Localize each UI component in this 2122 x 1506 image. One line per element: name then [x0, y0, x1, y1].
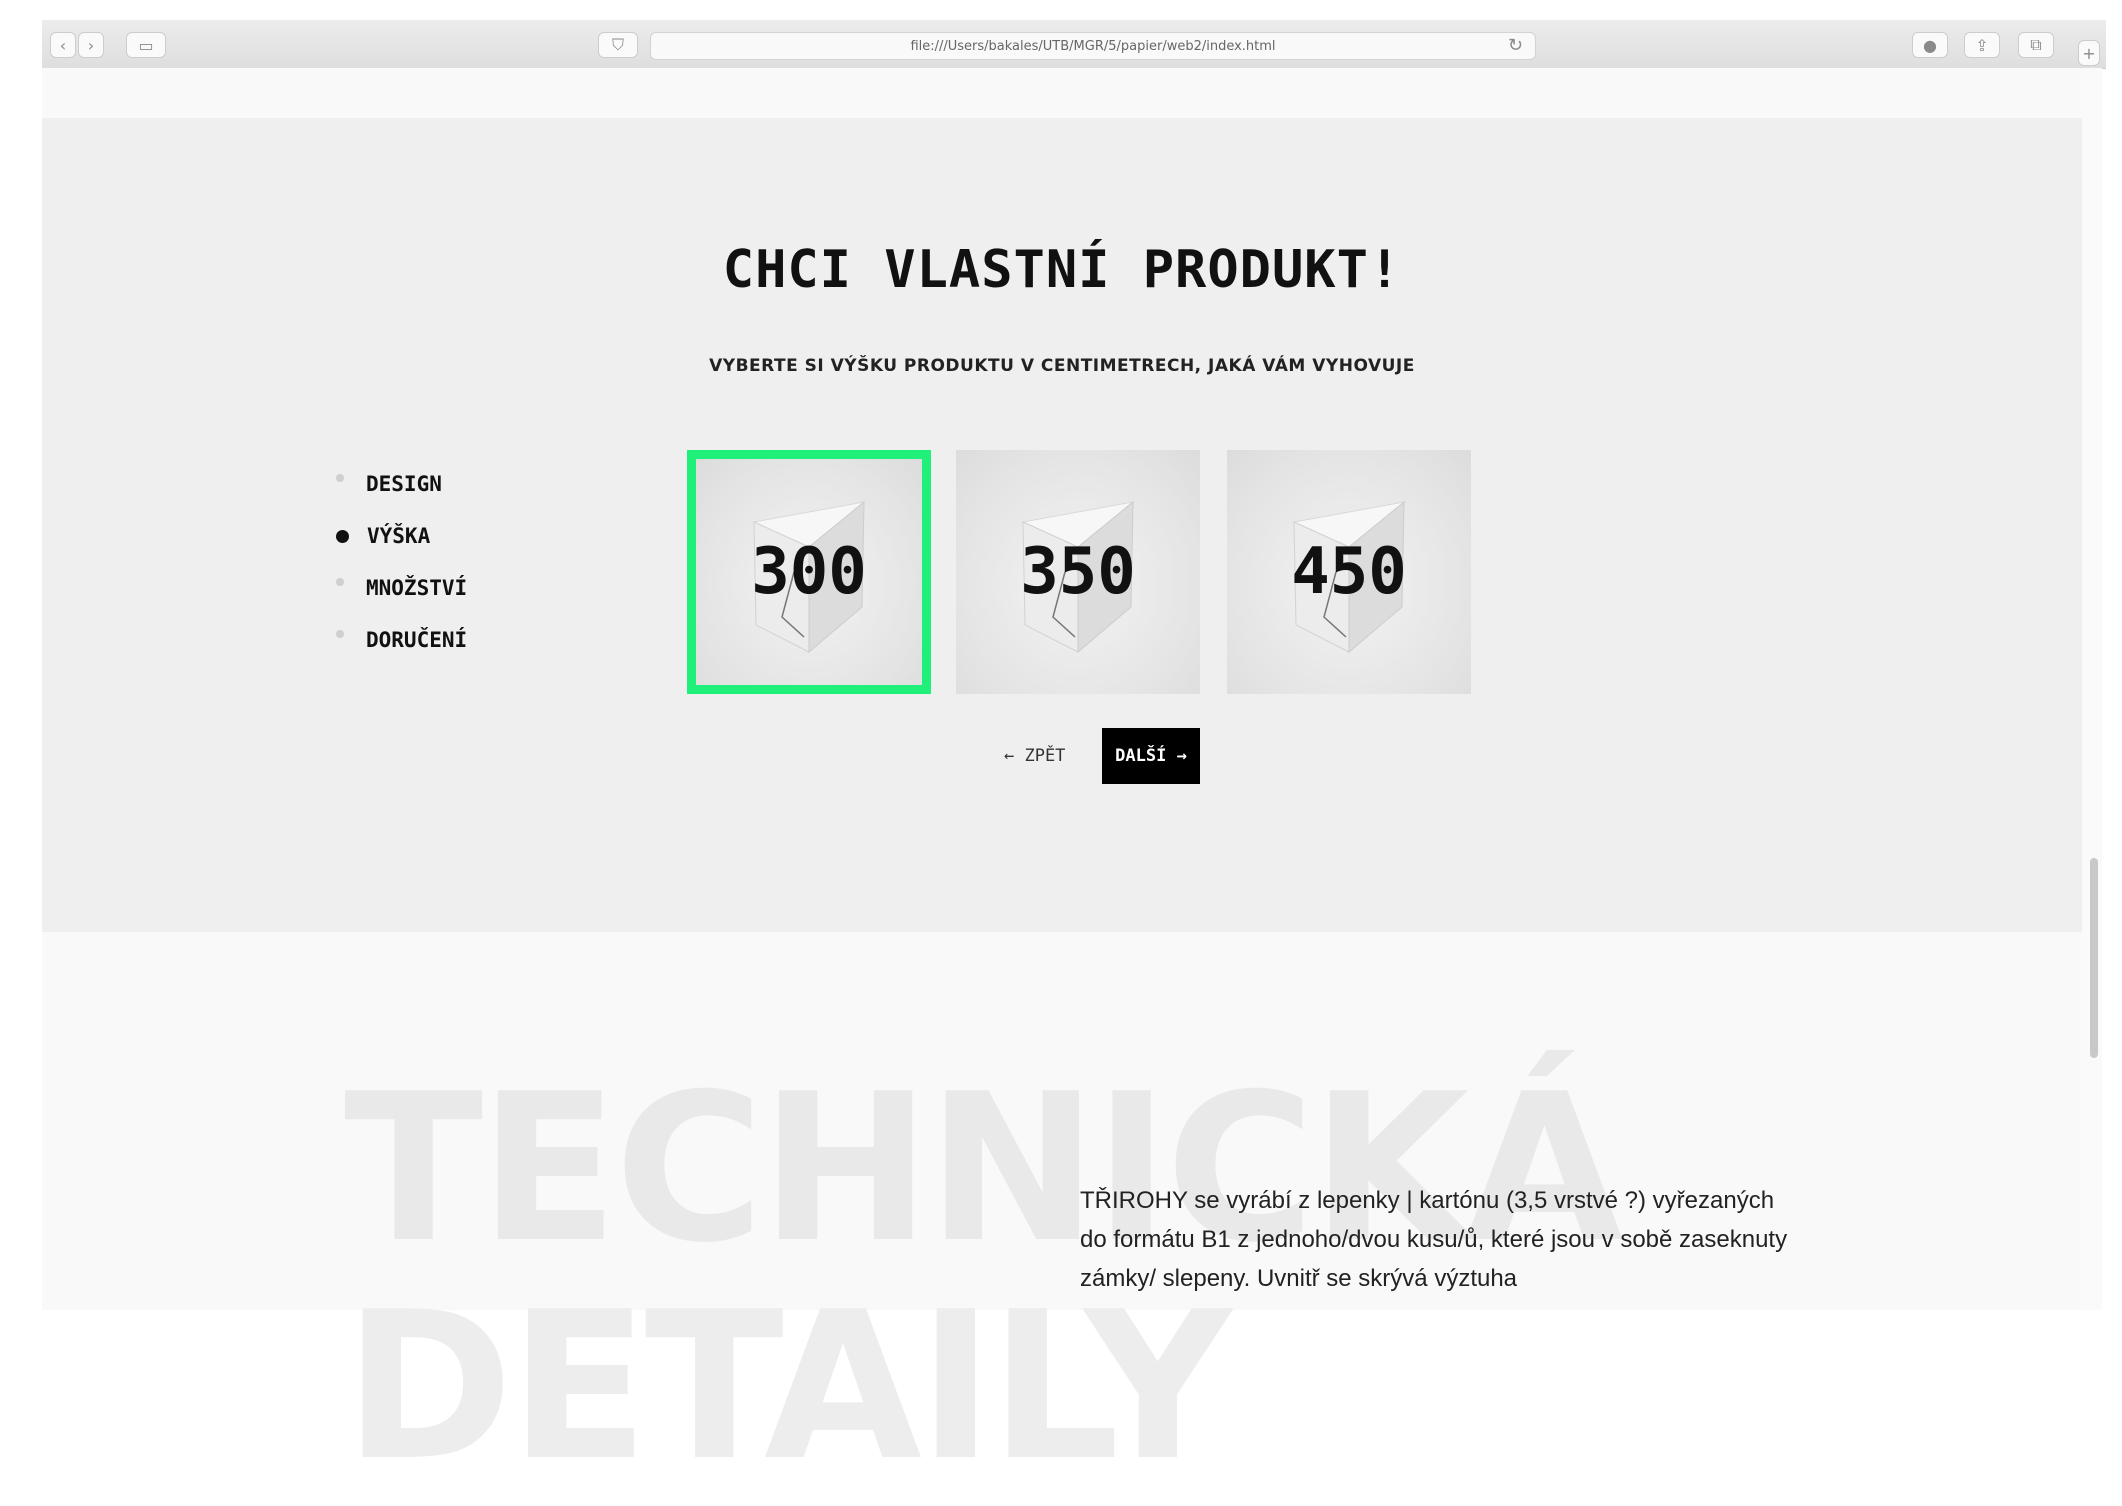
- scrollbar-thumb[interactable]: [2090, 858, 2098, 1058]
- step-quantity[interactable]: MNOŽSTVÍ: [336, 562, 467, 614]
- page: CHCI VLASTNÍ PRODUKT! VYBERTE SI VÝŠKU P…: [42, 68, 2082, 1490]
- step-list: DESIGN VÝŠKA MNOŽSTVÍ DORUČENÍ: [336, 458, 467, 666]
- step-navigation: ← ZPĚT DALŠÍ →: [42, 728, 2082, 784]
- step-label: VÝŠKA: [367, 524, 431, 548]
- step-dot-icon: [336, 529, 349, 543]
- new-tab-icon[interactable]: +: [2078, 40, 2100, 66]
- height-option-450[interactable]: 450: [1227, 450, 1471, 694]
- step-design[interactable]: DESIGN: [336, 458, 467, 510]
- back-nav-button[interactable]: ‹: [50, 32, 76, 58]
- step-label: DORUČENÍ: [366, 628, 468, 652]
- next-button[interactable]: DALŠÍ →: [1102, 728, 1200, 784]
- step-delivery[interactable]: DORUČENÍ: [336, 614, 467, 666]
- back-button[interactable]: ← ZPĚT: [1004, 728, 1065, 784]
- option-value: 300: [751, 535, 867, 609]
- step-label: MNOŽSTVÍ: [366, 576, 468, 600]
- sidebar-toggle-button[interactable]: ▭: [126, 32, 166, 58]
- url-text: file:///Users/bakales/UTB/MGR/5/papier/w…: [910, 39, 1276, 54]
- height-option-300[interactable]: 300: [687, 450, 931, 694]
- step-height[interactable]: VÝŠKA: [336, 510, 467, 562]
- step-dot-icon: [336, 630, 344, 638]
- scrollbar-track: [2082, 68, 2102, 1310]
- privacy-icon[interactable]: ●: [1912, 32, 1948, 58]
- browser-toolbar: ‹ › ▭ ⛉ file:///Users/bakales/UTB/MGR/5/…: [42, 20, 2106, 69]
- option-value: 350: [1020, 535, 1136, 609]
- tech-heading-line2: DETAILY: [344, 1269, 1232, 1506]
- shield-icon[interactable]: ⛉: [598, 32, 638, 58]
- option-value: 450: [1291, 535, 1407, 609]
- step-dot-icon: [336, 578, 344, 586]
- height-option-350[interactable]: 350: [956, 450, 1200, 694]
- forward-nav-button[interactable]: ›: [78, 32, 104, 58]
- tech-description: TŘIROHY se vyrábí z lepenky | kartónu (3…: [1080, 1187, 1788, 1292]
- step-label: DESIGN: [366, 472, 442, 496]
- step-dot-icon: [336, 474, 344, 482]
- address-bar[interactable]: file:///Users/bakales/UTB/MGR/5/papier/w…: [650, 32, 1536, 60]
- share-icon[interactable]: ⇪: [1964, 32, 2000, 58]
- page-title: CHCI VLASTNÍ PRODUKT!: [722, 240, 1402, 300]
- page-subtitle: VYBERTE SI VÝŠKU PRODUKTU V CENTIMETRECH…: [709, 356, 1415, 376]
- reload-icon[interactable]: ↻: [1508, 33, 1523, 59]
- tabs-icon[interactable]: ⧉: [2018, 32, 2054, 58]
